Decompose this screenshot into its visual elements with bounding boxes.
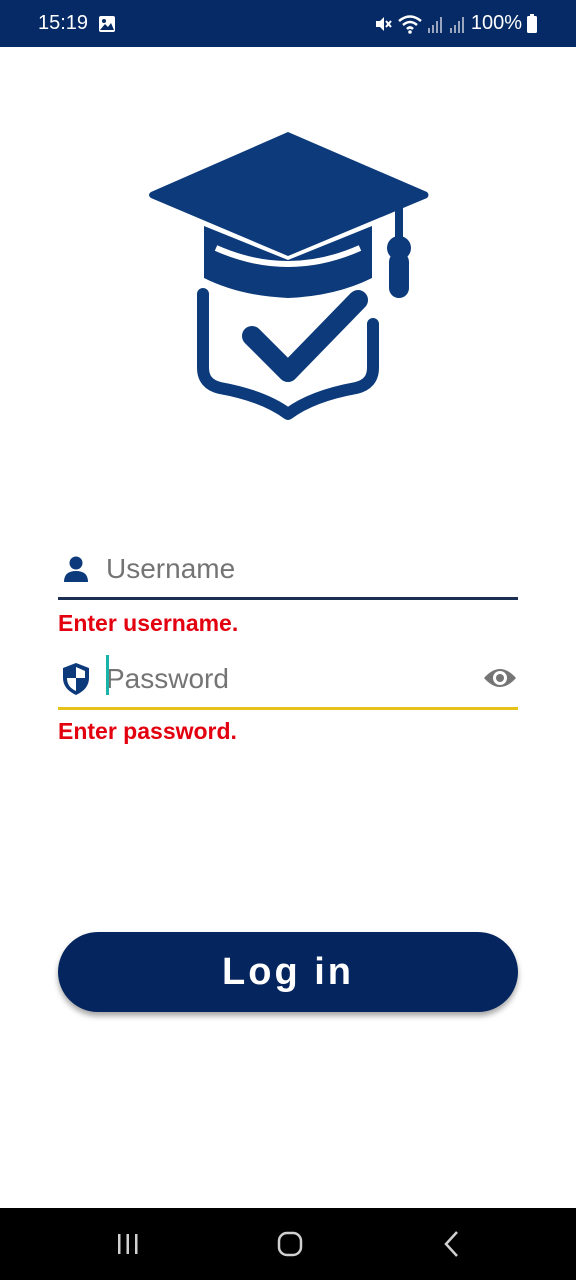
status-right: 100% [373,12,538,35]
graduation-cap-check-icon [146,128,430,422]
status-bar: 15:19 100% [0,0,576,47]
navigation-bar [0,1208,576,1280]
username-error: Enter username. [58,610,239,636]
password-error: Enter password. [58,718,237,744]
password-input[interactable] [106,656,466,701]
wifi-icon [397,14,423,34]
back-icon[interactable] [432,1228,472,1260]
battery-level: 100% [470,12,522,34]
person-icon [58,551,94,587]
battery-icon [526,13,538,34]
mute-icon [373,14,393,34]
text-cursor [106,655,109,695]
signal-icon [427,14,445,34]
username-field[interactable] [58,540,518,600]
recents-icon[interactable] [108,1228,148,1260]
username-input[interactable] [106,546,466,591]
status-time: 15:19 [38,12,89,34]
shield-icon [58,661,94,697]
signal-icon [449,14,467,34]
status-left: 15:19 [38,12,116,35]
password-field[interactable] [58,650,518,710]
gallery-icon [98,15,116,33]
login-button[interactable]: Log in [58,932,518,1012]
home-icon[interactable] [270,1228,310,1260]
eye-icon[interactable] [482,660,518,696]
